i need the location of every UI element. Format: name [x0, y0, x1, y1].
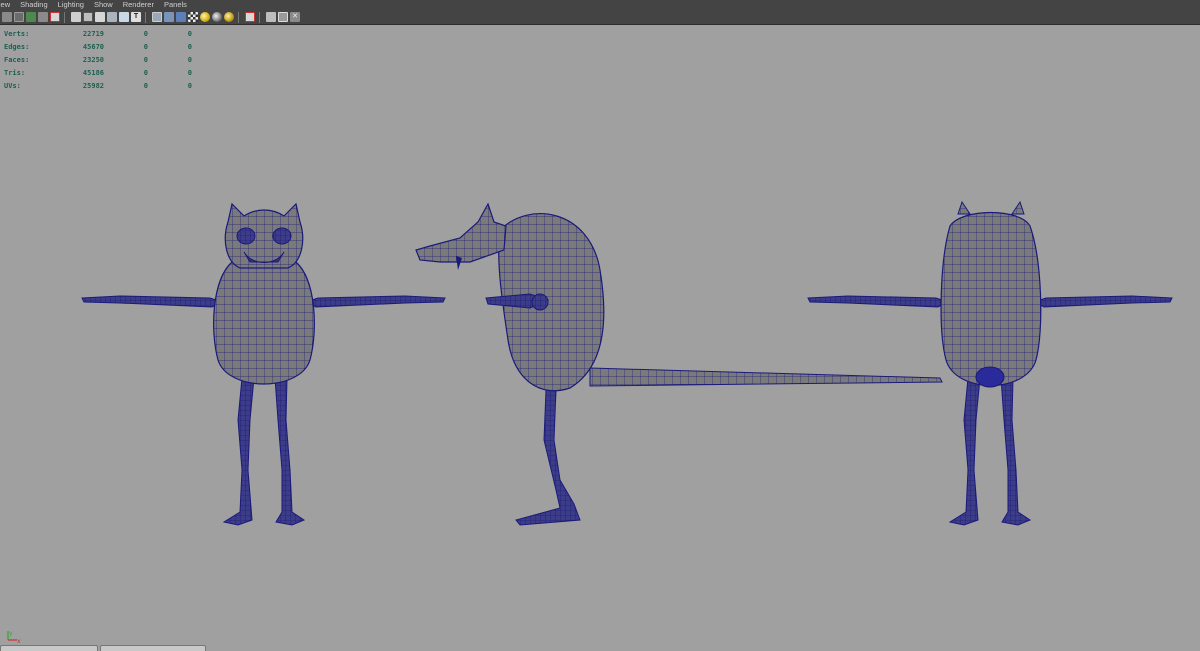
hud-poly-count: Verts: 22719 0 0 Edges: 45670 0 0 Faces:…	[4, 27, 192, 93]
camera-icon[interactable]	[2, 12, 12, 22]
front-view-model[interactable]	[81, 202, 446, 526]
view-axis-icon: y x	[7, 630, 21, 644]
menu-lighting[interactable]: Lighting	[53, 0, 89, 10]
safe-title-icon[interactable]: T	[131, 12, 141, 22]
wireframe-icon[interactable]	[152, 12, 162, 22]
image-plane-icon[interactable]	[38, 12, 48, 22]
resolution-gate-icon[interactable]	[83, 12, 93, 22]
toolbar-group-xray: ✕	[264, 12, 300, 22]
isolate-select-icon[interactable]	[245, 12, 255, 22]
hud-value: 0	[187, 55, 192, 64]
back-body	[940, 212, 1042, 387]
hud-value: 0	[187, 69, 192, 78]
xray-components-icon[interactable]: ✕	[290, 12, 300, 22]
textured-icon[interactable]	[188, 12, 198, 22]
hud-label: Tris:	[4, 69, 26, 78]
shadows-icon[interactable]	[212, 12, 222, 22]
panel-tab[interactable]	[0, 645, 98, 651]
field-chart-icon[interactable]	[107, 12, 117, 22]
hud-value: 0	[187, 82, 192, 91]
back-view-model[interactable]	[807, 200, 1173, 526]
back-left-leg	[948, 377, 981, 526]
hud-value: 22719	[82, 29, 104, 38]
hud-value: 0	[143, 29, 148, 38]
toolbar-separator	[145, 11, 146, 23]
toolbar-separator	[64, 11, 65, 23]
hud-label: UVs:	[4, 82, 21, 91]
hud-row-faces: Faces: 23250 0 0	[4, 53, 192, 66]
hud-label: Faces:	[4, 55, 30, 64]
hud-value: 45670	[82, 42, 104, 51]
grid-icon[interactable]	[50, 12, 60, 22]
panel-toolbar: T ✕	[0, 10, 1200, 25]
hud-value: 0	[143, 82, 148, 91]
hud-value: 23250	[82, 55, 104, 64]
menu-shading[interactable]: Shading	[15, 0, 53, 10]
hud-row-tris: Tris: 45186 0 0	[4, 67, 192, 80]
use-lights-icon[interactable]	[200, 12, 210, 22]
hud-row-edges: Edges: 45670 0 0	[4, 40, 192, 53]
toolbar-group-isolate	[243, 12, 255, 22]
viewport-3d[interactable]	[0, 25, 1200, 649]
front-body	[213, 261, 315, 385]
xray-icon[interactable]	[266, 12, 276, 22]
menu-view[interactable]: View	[0, 0, 15, 10]
front-left-arm	[81, 295, 224, 308]
film-gate-icon[interactable]	[71, 12, 81, 22]
toolbar-group-gates: T	[69, 12, 141, 22]
panel-tab[interactable]	[100, 645, 206, 651]
wireframe-on-shaded-icon[interactable]	[176, 12, 186, 22]
hud-value: 0	[187, 29, 192, 38]
axis-y-label: y	[9, 630, 13, 637]
side-tail	[589, 367, 943, 387]
toolbar-group-camera	[0, 12, 60, 22]
bookmark-icon[interactable]	[26, 12, 36, 22]
gate-mask-icon[interactable]	[95, 12, 105, 22]
back-left-arm	[807, 295, 950, 308]
toolbar-separator	[259, 11, 260, 23]
select-camera-icon[interactable]	[14, 12, 24, 22]
menu-renderer[interactable]: Renderer	[118, 0, 159, 10]
menu-panels[interactable]: Panels	[159, 0, 192, 10]
hud-label: Edges:	[4, 42, 30, 51]
xray-joints-icon[interactable]	[278, 12, 288, 22]
smooth-shade-icon[interactable]	[164, 12, 174, 22]
hud-value: 0	[143, 42, 148, 51]
front-right-arm	[304, 295, 446, 308]
hud-label: Verts:	[4, 29, 30, 38]
safe-action-icon[interactable]	[119, 12, 129, 22]
hud-value: 0	[143, 69, 148, 78]
toolbar-separator	[238, 11, 239, 23]
side-head	[415, 202, 507, 263]
toolbar-group-shading	[150, 12, 234, 22]
hud-value: 0	[143, 55, 148, 64]
back-right-leg	[1000, 377, 1032, 526]
hud-value: 45186	[82, 69, 104, 78]
front-right-leg	[274, 377, 306, 526]
hud-row-verts: Verts: 22719 0 0	[4, 27, 192, 40]
hud-value: 25982	[82, 82, 104, 91]
hud-row-uvs: UVs: 25982 0 0	[4, 80, 192, 93]
viewport-models	[81, 200, 1173, 526]
smooth-light-icon[interactable]	[224, 12, 234, 22]
panel-menubar: View Shading Lighting Show Renderer Pane…	[0, 0, 1200, 10]
hud-value: 0	[187, 42, 192, 51]
bottom-panel-tabs	[0, 644, 220, 651]
side-view-model[interactable]	[415, 202, 943, 526]
front-left-leg	[222, 377, 255, 526]
side-leg	[515, 389, 581, 526]
back-right-arm	[1032, 295, 1173, 308]
menu-show[interactable]: Show	[89, 0, 118, 10]
